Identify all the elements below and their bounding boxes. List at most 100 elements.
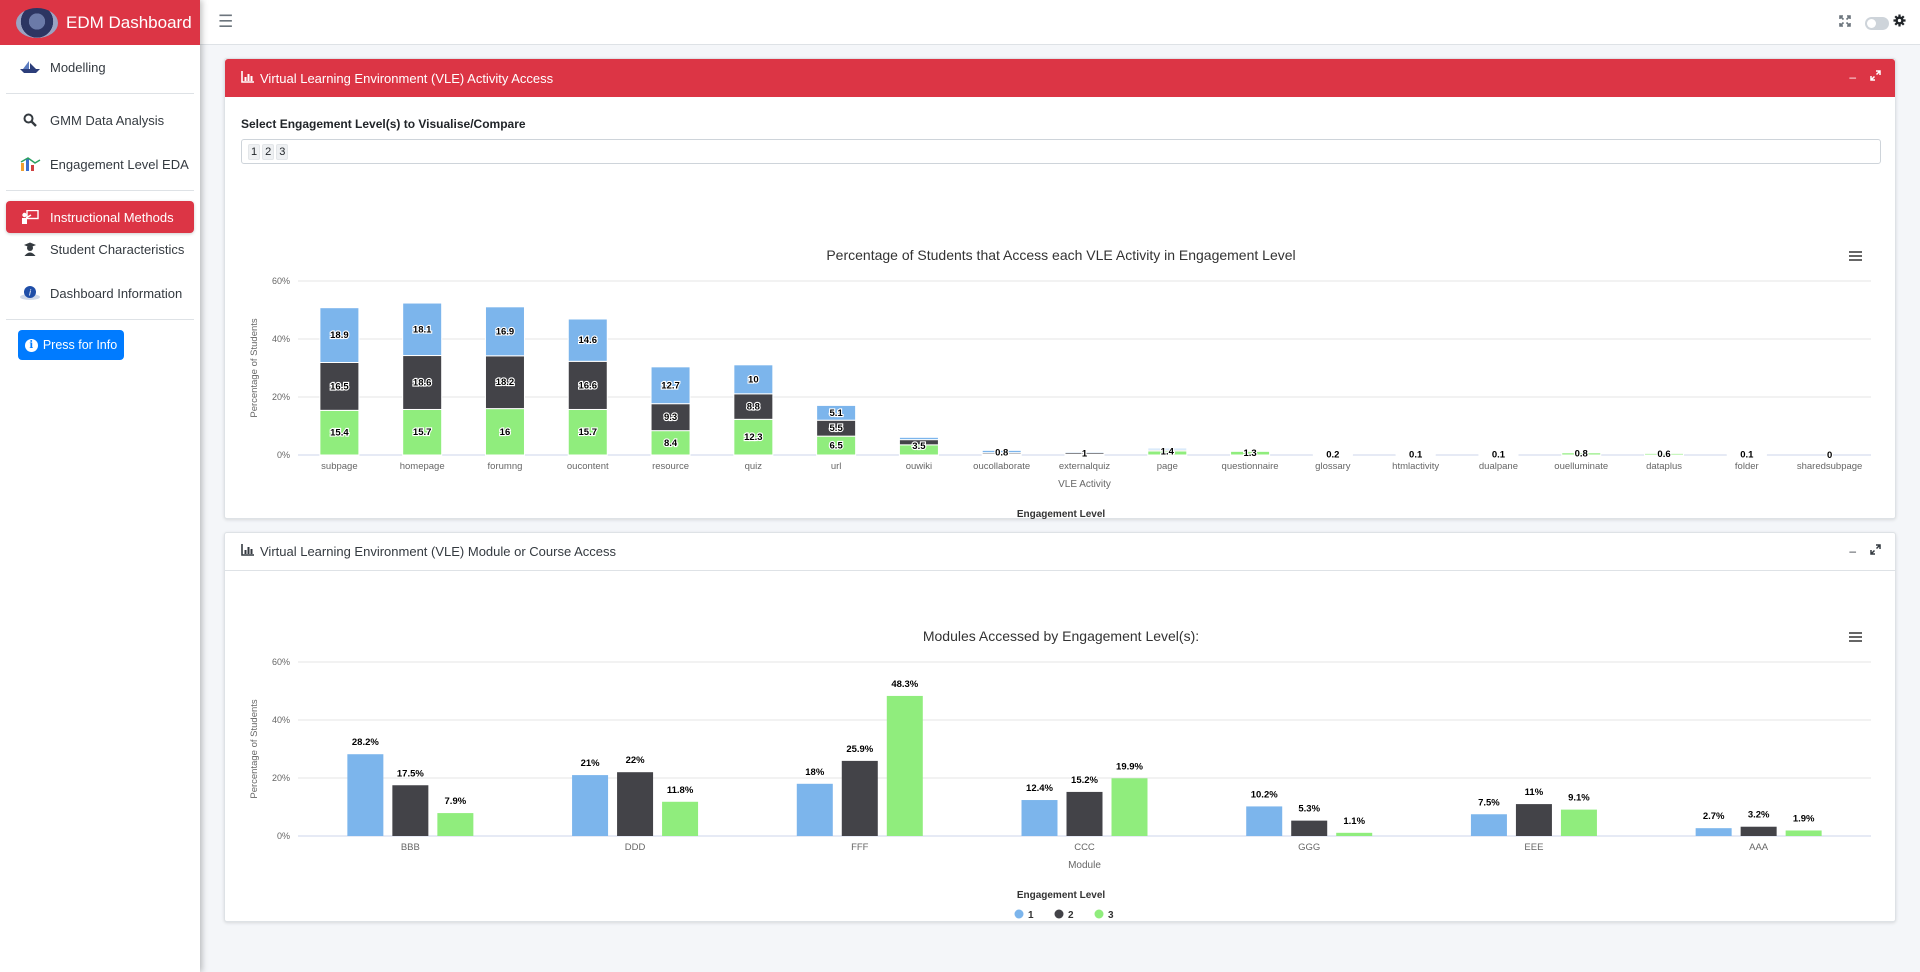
data-label: 7.5%	[1478, 797, 1500, 808]
expand-icon[interactable]	[1870, 70, 1881, 84]
legend-item[interactable]: 3	[1094, 909, 1115, 922]
selected-tag[interactable]: 1	[248, 143, 261, 160]
x-tick-label: subpage	[321, 461, 357, 472]
menu-line	[1849, 255, 1862, 257]
info-circle-icon: i	[24, 338, 38, 352]
legend-marker	[1014, 909, 1024, 919]
bar-chart-icon	[241, 70, 254, 86]
data-label: 19.9%	[1116, 761, 1143, 772]
minimize-icon[interactable]: –	[1849, 544, 1856, 558]
divider	[6, 319, 194, 320]
legend-item[interactable]: 1	[1014, 909, 1035, 922]
sidebar-item-label: Instructional Methods	[50, 209, 174, 225]
data-label: 28.2%	[352, 737, 379, 748]
theme-toggle[interactable]	[1865, 16, 1889, 30]
x-tick-label: sharedsubpage	[1797, 461, 1863, 472]
menu-line	[1849, 251, 1862, 253]
data-label: 5.5	[830, 423, 844, 434]
y-axis-label: Percentage of Students	[249, 318, 260, 418]
bar	[617, 772, 654, 836]
bar	[1740, 826, 1777, 836]
bar	[437, 813, 474, 836]
gear-icon[interactable]	[1893, 14, 1906, 32]
x-tick-label: ouwiki	[906, 461, 932, 472]
x-tick-label: EEE	[1524, 842, 1543, 853]
x-tick-label: folder	[1735, 461, 1759, 472]
x-tick-label: page	[1157, 461, 1178, 472]
x-tick-label: dualpane	[1479, 461, 1518, 472]
expand-icon[interactable]	[1870, 544, 1881, 558]
data-label: 2.7%	[1703, 811, 1725, 822]
card-title: Virtual Learning Environment (VLE) Modul…	[260, 544, 616, 559]
chart-menu-icon[interactable]	[1849, 251, 1862, 261]
x-tick-label: GGG	[1298, 842, 1320, 853]
menu-line	[1849, 636, 1862, 638]
info-button-label: Press for Info	[42, 338, 118, 352]
sidebar-item-engagement-level-eda[interactable]: Engagement Level EDA	[6, 148, 194, 180]
x-tick-label: AAA	[1749, 842, 1769, 853]
card-tools: –	[1849, 544, 1881, 558]
y-tick-label: 20%	[272, 773, 290, 783]
bar-segment	[898, 436, 939, 441]
bar	[1470, 814, 1507, 836]
sidebar-item-modelling[interactable]: Modelling	[6, 51, 194, 83]
legend-label: 1	[1028, 910, 1034, 921]
data-label: 11.8%	[667, 785, 694, 796]
data-label: 6.5	[830, 441, 844, 452]
chalkboard-teacher-icon	[16, 210, 44, 224]
legend-marker	[1054, 909, 1064, 919]
sidebar: EDM Dashboard Modelling GMM Data Analysi…	[0, 0, 200, 972]
sidebar-item-label: Student Characteristics	[50, 241, 185, 257]
data-label: 7.9%	[445, 796, 467, 807]
brand-title: EDM Dashboard	[66, 12, 192, 32]
sidebar-item-instructional-methods[interactable]: Instructional Methods	[6, 201, 194, 233]
hamburger-menu-icon[interactable]: ☰	[218, 12, 233, 32]
data-label: 18.2	[496, 377, 515, 388]
x-tick-label: DDD	[625, 842, 646, 853]
data-label: 0.1	[1740, 450, 1754, 461]
x-tick-label: homepage	[400, 461, 445, 472]
selected-tag[interactable]: 2	[262, 143, 275, 160]
chart-title: Modules Accessed by Engagement Level(s):	[923, 628, 1199, 644]
data-label: 16.9	[496, 326, 515, 337]
x-tick-label: oucollaborate	[973, 461, 1030, 472]
data-label: 0.1	[1492, 450, 1506, 461]
y-tick-label: 40%	[272, 334, 290, 344]
legend-title: Engagement Level	[1017, 890, 1106, 901]
data-label: 10.2%	[1251, 789, 1278, 800]
sidebar-item-dashboard-information[interactable]: i Dashboard Information	[6, 277, 194, 309]
press-for-info-button[interactable]: i Press for Info	[18, 330, 124, 360]
minimize-icon[interactable]: –	[1849, 70, 1856, 84]
selected-tag[interactable]: 3	[276, 143, 289, 160]
data-label: 3.5	[912, 441, 926, 452]
sidebar-item-label: Engagement Level EDA	[50, 156, 189, 172]
bar	[1066, 791, 1103, 836]
vle-activity-card: Virtual Learning Environment (VLE) Activ…	[224, 58, 1896, 520]
x-tick-label: ouelluminate	[1554, 461, 1608, 472]
bar	[662, 801, 699, 836]
sidebar-item-student-characteristics[interactable]: Student Characteristics	[6, 233, 194, 265]
data-label: 48.3%	[891, 679, 918, 690]
sidebar-item-gmm-data-analysis[interactable]: GMM Data Analysis	[6, 104, 194, 136]
menu-line	[1849, 632, 1862, 634]
brand[interactable]: EDM Dashboard	[0, 0, 200, 45]
data-label: 3.2%	[1748, 810, 1770, 821]
data-label: 8.8	[747, 402, 760, 413]
y-tick-label: 0%	[277, 450, 290, 460]
chart-menu-icon[interactable]	[1849, 632, 1862, 642]
data-label: 12.4%	[1026, 783, 1053, 794]
fullscreen-icon[interactable]	[1839, 14, 1851, 32]
data-label: 21%	[581, 758, 601, 769]
divider	[6, 190, 194, 191]
y-tick-label: 60%	[272, 276, 290, 286]
sidebar-nav: Modelling GMM Data Analysis Engagement L…	[0, 45, 200, 360]
bar	[1560, 809, 1597, 836]
data-label: 18.6	[413, 378, 432, 389]
legend-item[interactable]: 2	[1054, 909, 1075, 922]
topbar: ☰	[200, 0, 1920, 45]
y-tick-label: 20%	[272, 392, 290, 402]
engagement-level-select[interactable]: 1 2 3	[241, 139, 1881, 164]
data-label: 16.5	[330, 381, 349, 392]
x-tick-label: forumng	[488, 461, 523, 472]
chart-icon	[16, 157, 44, 171]
